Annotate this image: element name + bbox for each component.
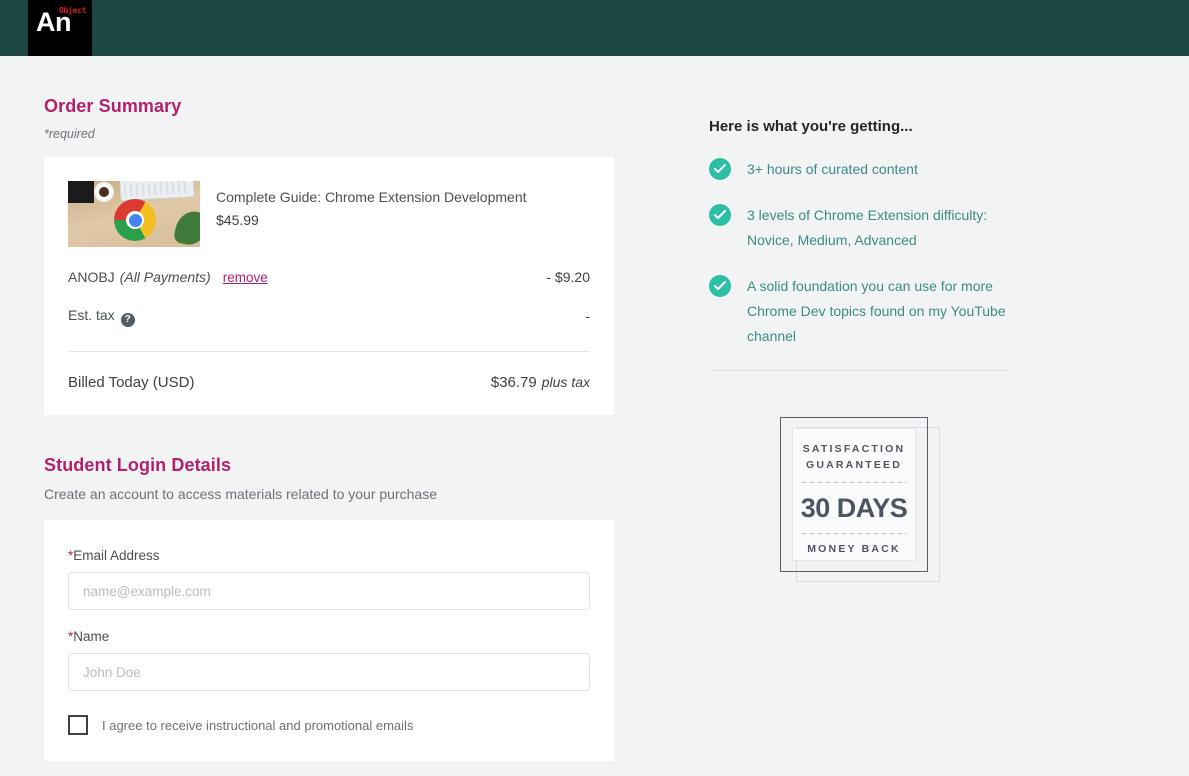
student-login-title: Student Login Details: [44, 455, 232, 475]
logo[interactable]: An Object: [28, 0, 92, 56]
badge-inner-frame: SATISFACTION GUARANTEED 30 DAYS MONEY BA…: [792, 428, 916, 561]
product-price: $45.99: [216, 212, 259, 229]
email-optin-row: I agree to receive instructional and pro…: [68, 715, 590, 735]
badge-line-satisfaction: SATISFACTION: [802, 443, 906, 455]
email-field-block: *Email Address: [68, 548, 590, 610]
benefits-column: Here is what you're getting... 3+ hours …: [709, 118, 1029, 582]
tax-row: Est. tax ? -: [68, 307, 590, 327]
plus-tax-note: plus tax: [541, 374, 590, 390]
coffee-cup-icon: [94, 182, 114, 202]
tax-label: Est. tax: [68, 307, 115, 323]
benefit-item: 3 levels of Chrome Extension difficulty:…: [709, 203, 1029, 253]
app-header: An Object: [0, 0, 1189, 56]
logo-secondary-text: Object: [59, 6, 87, 15]
badge-line-guaranteed: GUARANTEED: [805, 459, 903, 471]
benefit-text: 3+ hours of curated content: [747, 161, 918, 177]
order-summary-title: Order Summary: [44, 96, 182, 116]
student-login-subtitle: Create an account to access materials re…: [44, 486, 437, 502]
benefit-item: A solid foundation you can use for more …: [709, 274, 1029, 349]
badge-rule-bottom: [801, 533, 907, 534]
email-input[interactable]: [68, 572, 590, 610]
discount-row: ANOBJ (All Payments) remove - $9.20: [68, 269, 590, 285]
remove-discount-link[interactable]: remove: [223, 270, 268, 285]
checkout-column: Order Summary *required Complete Guide: …: [44, 96, 614, 761]
email-label-text: Email Address: [73, 548, 160, 563]
discount-amount: - $9.20: [546, 269, 590, 285]
billed-today-label: Billed Today (USD): [68, 374, 195, 391]
badge-rule-top: [801, 482, 907, 483]
billed-today-amount: $36.79: [490, 374, 537, 391]
order-summary-card: Complete Guide: Chrome Extension Develop…: [44, 157, 614, 415]
totals-divider: [68, 351, 590, 352]
product-thumbnail: [68, 181, 200, 247]
name-label-text: Name: [73, 629, 110, 644]
discount-scope: (All Payments): [119, 269, 211, 285]
benefit-text: A solid foundation you can use for more …: [747, 278, 1006, 344]
question-mark-icon[interactable]: ?: [120, 313, 135, 327]
name-input[interactable]: [68, 653, 590, 691]
student-login-card: *Email Address *Name I agree to receive …: [44, 520, 614, 761]
benefit-item: 3+ hours of curated content: [709, 157, 1029, 182]
benefits-title: Here is what you're getting...: [709, 118, 913, 135]
discount-code: ANOBJ: [68, 269, 115, 285]
product-name: Complete Guide: Chrome Extension Develop…: [216, 189, 527, 205]
page-body: Order Summary *required Complete Guide: …: [0, 56, 1189, 776]
name-field-label: *Name: [68, 629, 590, 644]
chrome-logo-icon: [114, 199, 156, 241]
check-icon: [709, 158, 731, 180]
desk-corner-shadow: [68, 181, 94, 203]
email-optin-checkbox[interactable]: [68, 715, 88, 735]
product-row: Complete Guide: Chrome Extension Develop…: [68, 181, 590, 247]
badge-days: 30 DAYS: [800, 493, 908, 523]
benefits-divider: [709, 370, 1010, 371]
name-field-block: *Name: [68, 629, 590, 691]
badge-money-back: MONEY BACK: [807, 543, 901, 555]
guarantee-badge: SATISFACTION GUARANTEED 30 DAYS MONEY BA…: [780, 417, 940, 582]
benefit-text: 3 levels of Chrome Extension difficulty:…: [747, 207, 988, 248]
email-field-label: *Email Address: [68, 548, 590, 563]
tax-amount: -: [585, 308, 590, 324]
email-optin-label: I agree to receive instructional and pro…: [102, 717, 414, 733]
required-note: *required: [44, 127, 95, 141]
check-icon: [709, 275, 731, 297]
billed-today-row: Billed Today (USD) $36.79 plus tax: [68, 374, 590, 391]
check-icon: [709, 204, 731, 226]
product-info: Complete Guide: Chrome Extension Develop…: [200, 181, 527, 228]
